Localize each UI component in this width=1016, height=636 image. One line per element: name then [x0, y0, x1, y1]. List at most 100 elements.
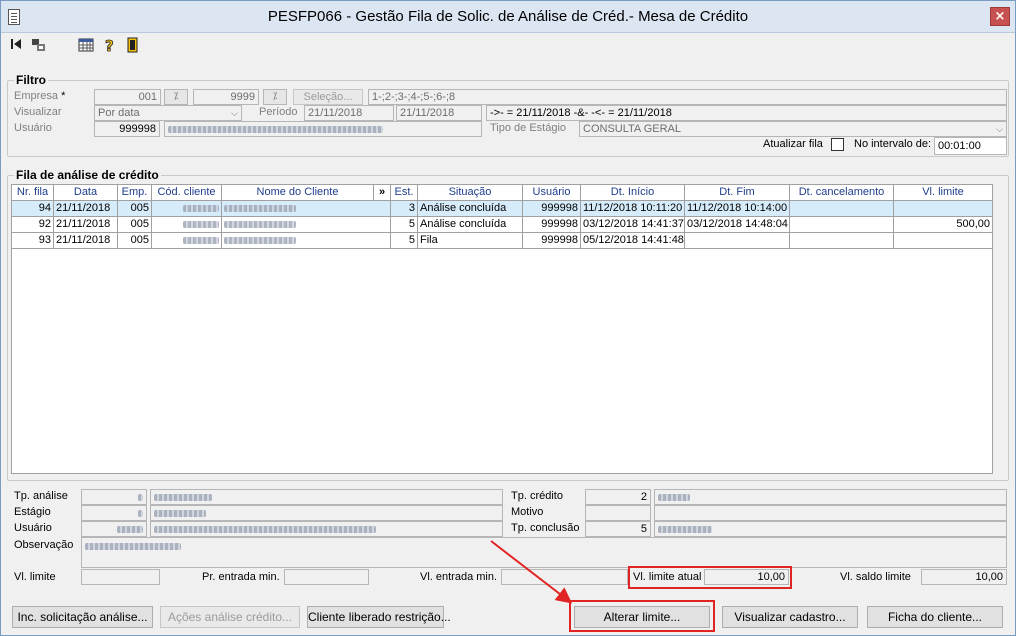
toolbar: ?: [1, 34, 1015, 58]
pr-entrada-label: Pr. entrada min.: [202, 571, 280, 583]
cell-nome-cliente: [222, 201, 391, 217]
cell-data: 21/11/2018: [54, 233, 118, 249]
cell-nr-fila: 92: [12, 217, 54, 233]
cell-est: 5: [391, 217, 418, 233]
cell-data: 21/11/2018: [54, 217, 118, 233]
intervalo-label: No intervalo de:: [854, 138, 932, 150]
cell-vl-limite: 500,00: [894, 217, 993, 233]
queue-title: Fila de análise de crédito: [14, 168, 161, 182]
empresa-from-field[interactable]: 001: [94, 89, 161, 105]
tp-credito-label: Tp. crédito: [511, 490, 563, 502]
col-situacao[interactable]: Situação: [418, 185, 523, 201]
col-cod-cliente[interactable]: Cód. cliente: [152, 185, 222, 201]
tp-analise-desc: [150, 489, 503, 505]
cell-usuario: 999998: [523, 233, 581, 249]
ficha-cliente-button[interactable]: Ficha do cliente...: [867, 606, 1003, 628]
col-dt-cancelamento[interactable]: Dt. cancelamento: [790, 185, 894, 201]
col-vl-limite[interactable]: Vl. limite: [894, 185, 993, 201]
cell-nome-cliente: [222, 233, 391, 249]
cell-usuario: 999998: [523, 201, 581, 217]
tp-conclusao-desc: [654, 521, 1007, 537]
cell-dt-cancelamento: [790, 217, 894, 233]
cell-est: 3: [391, 201, 418, 217]
cell-cod-cliente: [152, 217, 222, 233]
intervalo-field[interactable]: 00:01:00: [934, 137, 1007, 155]
cell-vl-limite: [894, 201, 993, 217]
col-usuario[interactable]: Usuário: [523, 185, 581, 201]
col-est[interactable]: Est.: [391, 185, 418, 201]
records-icon[interactable]: [31, 37, 47, 53]
acoes-analise-button[interactable]: Ações análise crédito...: [160, 606, 300, 628]
cell-dt-cancelamento: [790, 201, 894, 217]
motivo-label: Motivo: [511, 506, 544, 518]
col-data[interactable]: Data: [54, 185, 118, 201]
tp-analise-label: Tp. análise: [14, 490, 68, 502]
empresa-lookup-button[interactable]: ⁒: [164, 89, 188, 105]
empresa-to-lookup-button[interactable]: ⁒: [263, 89, 287, 105]
col-nr-fila[interactable]: Nr. fila: [12, 185, 54, 201]
inc-solicitacao-button[interactable]: Inc. solicitação análise...: [12, 606, 153, 628]
first-record-icon[interactable]: [9, 37, 25, 53]
expand-columns-button[interactable]: »: [374, 185, 391, 201]
selecao-button[interactable]: Seleção...: [293, 89, 363, 105]
vl-saldo-label: Vl. saldo limite: [840, 571, 911, 583]
usuario-code-field[interactable]: 999998: [94, 121, 160, 137]
usuario-detail-name: [150, 521, 503, 537]
window-title: PESFP066 - Gestão Fila de Solic. de Anál…: [267, 8, 749, 25]
close-button[interactable]: ×: [990, 7, 1010, 26]
tp-conclusao-code: 5: [585, 521, 651, 537]
cell-usuario: 999998: [523, 217, 581, 233]
highlight-box-limite-atual: [628, 566, 792, 589]
title-bar: PESFP066 - Gestão Fila de Solic. de Anál…: [1, 1, 1015, 33]
cell-nr-fila: 93: [12, 233, 54, 249]
selecao-field[interactable]: 1-;2-;3-;4-;5-;6-;8: [368, 89, 1007, 105]
calendar-grid-icon[interactable]: [78, 37, 94, 53]
exit-door-icon[interactable]: [125, 37, 141, 53]
visualizar-label: Visualizar: [14, 106, 62, 118]
empresa-to-field[interactable]: 9999: [193, 89, 259, 105]
vl-saldo-field: 10,00: [921, 569, 1007, 585]
tipo-estagio-label: Tipo de Estágio: [490, 122, 567, 134]
motivo-desc: [654, 505, 1007, 521]
usuario-label: Usuário: [14, 122, 52, 134]
periodo-to-field[interactable]: 21/11/2018: [396, 105, 482, 121]
tp-analise-code: [81, 489, 147, 505]
cell-emp: 005: [118, 201, 152, 217]
atualizar-checkbox[interactable]: [831, 138, 844, 151]
cell-dt-inicio: 05/12/2018 14:41:48: [581, 233, 685, 249]
red-arrow-icon: [490, 540, 573, 604]
cliente-liberado-button[interactable]: Cliente liberado restrição...: [307, 606, 451, 628]
pr-entrada-field: [284, 569, 369, 585]
visualizar-select[interactable]: Por data ⌵: [94, 105, 242, 121]
cell-vl-limite: [894, 233, 993, 249]
motivo-code: [585, 505, 651, 521]
periodo-from-field[interactable]: 21/11/2018: [304, 105, 394, 121]
cell-situacao: Análise concluída: [418, 201, 523, 217]
observacao-label: Observação: [14, 539, 74, 551]
date-expression-field: ->- = 21/11/2018 -&- -<- = 21/11/2018: [486, 105, 1007, 121]
highlight-box-alterar-limite: [569, 600, 715, 632]
tipo-estagio-select[interactable]: CONSULTA GERAL ⌵: [579, 121, 1007, 137]
vl-limite-field: [81, 569, 160, 585]
cell-dt-fim: 03/12/2018 14:48:04: [685, 217, 790, 233]
cell-situacao: Fila: [418, 233, 523, 249]
tp-credito-desc: [654, 489, 1007, 505]
col-emp[interactable]: Emp.: [118, 185, 152, 201]
estagio-label: Estágio: [14, 506, 51, 518]
usuario-detail-label: Usuário: [14, 522, 52, 534]
help-icon[interactable]: ?: [102, 37, 118, 56]
visualizar-cadastro-button[interactable]: Visualizar cadastro...: [722, 606, 858, 628]
chevron-down-icon: ⌵: [996, 124, 1003, 134]
cell-data: 21/11/2018: [54, 201, 118, 217]
tp-credito-code: 2: [585, 489, 651, 505]
col-nome-cliente[interactable]: Nome do Cliente: [222, 185, 374, 201]
col-dt-inicio[interactable]: Dt. Início: [581, 185, 685, 201]
col-dt-fim[interactable]: Dt. Fim: [685, 185, 790, 201]
cell-nome-cliente: [222, 217, 391, 233]
queue-table[interactable]: Nr. fila Data Emp. Cód. cliente Nome do …: [11, 184, 993, 474]
estagio-desc: [150, 505, 503, 521]
cell-cod-cliente: [152, 201, 222, 217]
usuario-detail-code: [81, 521, 147, 537]
periodo-label: Período: [259, 106, 298, 118]
cell-situacao: Análise concluída: [418, 217, 523, 233]
